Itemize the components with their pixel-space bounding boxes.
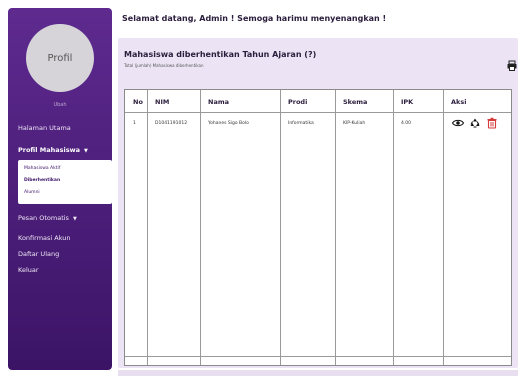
welcome-message: Selamat datang, Admin ! Semoga harimu me… xyxy=(122,14,387,23)
submenu-item-mahasiswa-aktif[interactable]: Mahasiswa Aktif xyxy=(24,166,60,171)
column-divider xyxy=(200,90,201,365)
sidebar-item-daftar-ulang[interactable]: Daftar Ulang xyxy=(18,250,59,258)
column-divider xyxy=(280,90,281,365)
cell-ipk: 4.00 xyxy=(401,121,412,126)
avatar-edit-link[interactable]: Ubah xyxy=(8,102,112,108)
avatar-label: Profil xyxy=(47,52,73,64)
sidebar-item-pesan-otomatis[interactable]: Pesan Otomatis ▼ xyxy=(18,214,77,222)
profile-avatar[interactable]: Profil xyxy=(26,24,94,92)
column-header-skema: Skema xyxy=(343,98,368,106)
cell-nama: Yohanes Sigo Bolo xyxy=(208,121,249,126)
column-divider xyxy=(147,90,148,365)
column-header-aksi: Aksi xyxy=(451,98,467,106)
column-header-no: No xyxy=(133,98,143,106)
sidebar: Profil Ubah Halaman Utama Profil Mahasis… xyxy=(8,8,112,370)
eye-icon[interactable] xyxy=(452,117,464,129)
column-header-nim: NIM xyxy=(155,98,170,106)
column-header-prodi: Prodi xyxy=(288,98,308,106)
row-actions xyxy=(452,117,498,129)
column-divider xyxy=(443,90,444,365)
column-header-nama: Nama xyxy=(208,98,229,106)
submenu-item-alumni[interactable]: Alumni xyxy=(24,190,40,195)
sidebar-item-konfirmasi-akun[interactable]: Konfirmasi Akun xyxy=(18,234,71,242)
trash-icon[interactable] xyxy=(486,117,498,129)
chevron-down-icon: ▼ xyxy=(72,216,77,222)
column-header-ipk: IPK xyxy=(401,98,414,106)
cell-prodi: Informatika xyxy=(288,121,314,126)
print-icon[interactable] xyxy=(506,60,518,72)
footer-strip xyxy=(118,370,518,376)
row-divider xyxy=(125,112,511,113)
column-divider xyxy=(393,90,394,365)
recycle-icon[interactable] xyxy=(469,117,481,129)
students-table: No NIM Nama Prodi Skema IPK Aksi 1 D1041… xyxy=(124,89,512,366)
cell-nim: D1041191012 xyxy=(155,121,188,126)
cell-skema: KIP-Kuliah xyxy=(343,121,366,126)
sidebar-item-keluar[interactable]: Keluar xyxy=(18,266,39,274)
sidebar-item-halaman-utama[interactable]: Halaman Utama xyxy=(18,124,71,132)
column-divider xyxy=(335,90,336,365)
chevron-down-icon: ▼ xyxy=(83,148,88,154)
page-subtitle: Total (jumlah) Mahasiswa diberhentikan xyxy=(124,63,204,68)
profil-submenu: Mahasiswa Aktif Diberhentikan Alumni xyxy=(18,160,112,204)
page-title: Mahasiswa diberhentikan Tahun Ajaran (?) xyxy=(124,50,317,59)
submenu-item-diberhentikan[interactable]: Diberhentikan xyxy=(24,178,60,183)
row-divider xyxy=(125,356,511,357)
cell-no: 1 xyxy=(133,121,136,126)
sidebar-item-profil-mahasiswa[interactable]: Profil Mahasiswa ▼ xyxy=(18,146,88,154)
